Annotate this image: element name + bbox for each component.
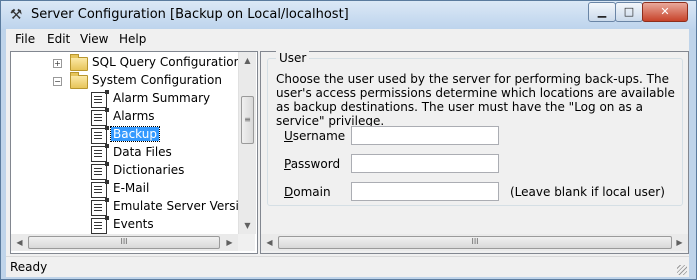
client-area: + SQL Query Configuration − System Confi…: [6, 49, 689, 256]
scroll-thumb[interactable]: III: [28, 236, 220, 249]
tree-item-emulate-server-version[interactable]: Emulate Server Version: [91, 198, 254, 216]
panel-horizontal-scrollbar[interactable]: ◀ III ▶: [261, 234, 688, 251]
tree-item-backup[interactable]: Backup: [91, 126, 236, 144]
password-input[interactable]: [351, 154, 499, 173]
menu-file[interactable]: File: [15, 32, 35, 46]
tree-item-label: Events: [113, 217, 154, 231]
tree-item-label: Emulate Server Version: [113, 199, 254, 213]
title-bar[interactable]: ⚒ Server Configuration [Backup on Local/…: [1, 1, 696, 30]
config-page-icon: [91, 180, 109, 198]
password-label: Password: [284, 157, 341, 171]
tree-item-alarm-summary[interactable]: Alarm Summary: [91, 90, 236, 108]
username-label: Username: [284, 129, 346, 143]
status-text: Ready: [10, 260, 48, 274]
scroll-down-icon[interactable]: ▼: [239, 217, 256, 234]
scroll-left-icon[interactable]: ◀: [261, 234, 278, 251]
tree-item-label: Data Files: [113, 145, 172, 159]
configuration-tree[interactable]: + SQL Query Configuration − System Confi…: [10, 51, 258, 254]
config-page-icon: [91, 144, 109, 162]
menu-bar: File Edit View Help: [6, 29, 689, 50]
menu-view[interactable]: View: [80, 32, 108, 46]
expand-icon[interactable]: +: [53, 59, 62, 68]
description-text: Choose the user used by the server for p…: [276, 72, 675, 128]
config-page-icon: [91, 198, 109, 216]
scroll-up-icon[interactable]: ▲: [239, 52, 256, 69]
scrollbar-corner: [238, 234, 255, 251]
username-input[interactable]: [351, 126, 499, 145]
scroll-left-icon[interactable]: ◀: [11, 234, 28, 251]
config-page-icon: [91, 162, 109, 180]
close-button[interactable]: ✕: [642, 2, 688, 22]
tree-item-events[interactable]: Events: [91, 216, 236, 234]
open-folder-icon: [70, 72, 88, 89]
tree-item-data-files[interactable]: Data Files: [91, 144, 236, 162]
group-title: User: [276, 51, 310, 65]
domain-input[interactable]: [351, 182, 499, 201]
scroll-thumb[interactable]: III: [278, 236, 672, 249]
maximize-button[interactable]: □: [615, 2, 643, 22]
domain-hint: (Leave blank if local user): [510, 185, 665, 199]
scroll-thumb[interactable]: ≡: [241, 96, 254, 144]
tree-item-label: Dictionaries: [113, 163, 185, 177]
config-page-icon: [91, 108, 109, 126]
config-page-icon: [91, 216, 109, 234]
tree-item-e-mail[interactable]: E-Mail: [91, 180, 236, 198]
tree-item-label: E-Mail: [113, 181, 150, 195]
user-groupbox: User Choose the user used by the server …: [267, 51, 683, 206]
folder-icon: [70, 54, 88, 71]
tree-folder-label: System Configuration: [92, 73, 222, 87]
menu-help[interactable]: Help: [119, 32, 146, 46]
tree-item-dictionaries[interactable]: Dictionaries: [91, 162, 236, 180]
scroll-right-icon[interactable]: ▶: [671, 234, 688, 251]
tools-icon: ⚒: [9, 7, 23, 23]
tree-item-label: Alarm Summary: [113, 91, 211, 105]
tree-folder-sql-query-configuration[interactable]: + SQL Query Configuration: [53, 54, 241, 72]
tree-item-label: Alarms: [113, 109, 155, 123]
domain-label: Domain: [284, 185, 331, 199]
settings-panel: User Choose the user used by the server …: [260, 51, 689, 254]
menu-edit[interactable]: Edit: [47, 32, 70, 46]
tree-vertical-scrollbar[interactable]: ▲ ≡ ▼: [238, 52, 256, 234]
tree-item-alarms[interactable]: Alarms: [91, 108, 236, 126]
tree-item-label: Backup: [110, 126, 160, 142]
config-page-icon: [91, 90, 109, 108]
tree-folder-system-configuration[interactable]: − System Configuration: [53, 72, 233, 90]
minimize-button[interactable]: ▁: [588, 2, 616, 22]
tree-folder-label: SQL Query Configuration: [92, 55, 242, 69]
tree-horizontal-scrollbar[interactable]: ◀ III ▶: [11, 234, 238, 251]
config-page-icon: [91, 126, 109, 144]
scroll-right-icon[interactable]: ▶: [221, 234, 238, 251]
collapse-icon[interactable]: −: [53, 77, 62, 86]
resize-grip-icon[interactable]: [677, 265, 687, 275]
status-bar: Ready: [6, 256, 689, 277]
window-title: Server Configuration [Backup on Local/lo…: [31, 7, 349, 22]
